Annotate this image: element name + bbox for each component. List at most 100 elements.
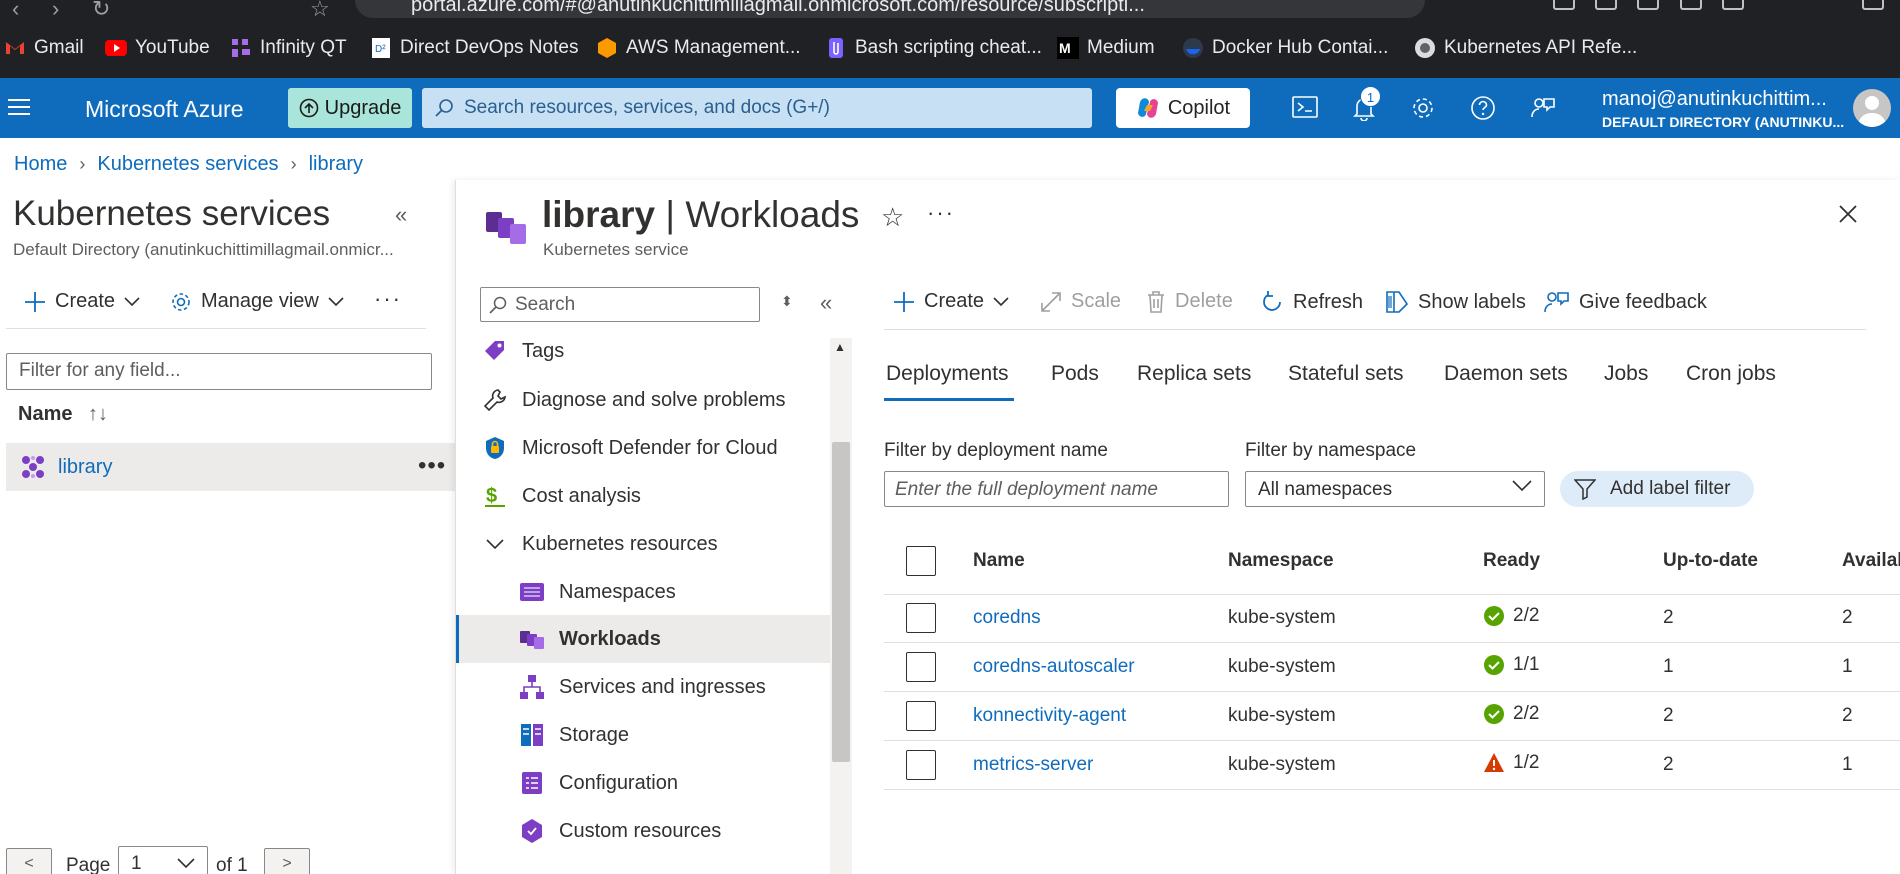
nav-item-workloads[interactable]: Workloads <box>519 615 661 663</box>
chevron-down-icon <box>993 296 1009 307</box>
namespace-select[interactable]: All namespaces <box>1245 471 1545 507</box>
column-header-namespace[interactable]: Namespace <box>1228 550 1334 572</box>
bookmark-youtube[interactable]: YouTube <box>105 35 210 61</box>
nav-item-cost-analysis[interactable]: $ Cost analysis <box>482 472 641 520</box>
bookmark-medium[interactable]: M Medium <box>1057 35 1155 61</box>
bookmark-kubernetes[interactable]: Kubernetes API Refe... <box>1414 35 1637 61</box>
name-column-header[interactable]: Name ↑↓ <box>18 403 108 426</box>
tab-pods[interactable]: Pods <box>1051 362 1099 386</box>
deployment-name-input[interactable]: Enter the full deployment name <box>884 471 1229 507</box>
copilot-button[interactable]: Copilot <box>1116 88 1250 128</box>
bookmark-label: Infinity QT <box>260 37 347 58</box>
bookmark-aws[interactable]: AWS Management... <box>596 35 801 61</box>
nav-item-custom-resources[interactable]: Custom resources <box>519 807 721 855</box>
avatar[interactable] <box>1853 89 1891 127</box>
tab-jobs[interactable]: Jobs <box>1604 362 1648 386</box>
hamburger-menu-icon[interactable] <box>8 98 30 116</box>
extension-icon[interactable] <box>1553 0 1575 10</box>
nav-item-storage[interactable]: Storage <box>519 711 629 759</box>
user-email[interactable]: manoj@anutinkuchittim... <box>1602 88 1827 111</box>
show-labels-button[interactable]: Show labels <box>1385 290 1526 314</box>
nav-item-services[interactable]: Services and ingresses <box>519 663 766 711</box>
column-header-up-to-date[interactable]: Up-to-date <box>1663 550 1758 572</box>
extension-icon[interactable] <box>1722 0 1744 10</box>
breadcrumb-kubernetes-services[interactable]: Kubernetes services <box>97 153 278 176</box>
global-search-box[interactable]: Search resources, services, and docs (G+… <box>422 88 1092 128</box>
window-menu-icon[interactable] <box>1862 0 1884 10</box>
deployment-name-placeholder: Enter the full deployment name <box>895 479 1158 500</box>
user-directory[interactable]: DEFAULT DIRECTORY (ANUTINKU... <box>1602 114 1844 130</box>
filter-field[interactable]: Filter for any field... <box>6 353 432 390</box>
reload-icon[interactable]: ↻ <box>92 0 110 22</box>
bookmark-gmail[interactable]: Gmail <box>4 35 84 61</box>
deployment-link-coredns[interactable]: coredns <box>973 607 1041 629</box>
row-checkbox[interactable] <box>906 603 936 633</box>
favorite-star-icon[interactable]: ☆ <box>881 202 904 233</box>
extension-icon[interactable] <box>1637 0 1659 10</box>
resource-link-library[interactable]: library <box>58 456 112 479</box>
breadcrumb-library[interactable]: library <box>309 153 363 176</box>
collapse-left-panel-icon[interactable]: « <box>395 202 407 228</box>
left-panel-title: Kubernetes services <box>13 194 331 233</box>
tab-cron-jobs[interactable]: Cron jobs <box>1686 362 1776 386</box>
bookmark-docker[interactable]: Docker Hub Contai... <box>1182 35 1388 61</box>
create-button[interactable]: Create <box>24 290 140 313</box>
manage-view-button[interactable]: Manage view <box>170 290 344 313</box>
row-more-icon[interactable]: ••• <box>418 452 446 480</box>
refresh-button[interactable]: Refresh <box>1260 290 1363 314</box>
tab-stateful-sets[interactable]: Stateful sets <box>1288 362 1404 386</box>
breadcrumb-home[interactable]: Home <box>14 153 67 176</box>
bookmark-bash[interactable]: Bash scripting cheat... <box>825 35 1042 61</box>
workload-create-button[interactable]: Create <box>893 290 1009 313</box>
extension-icon[interactable] <box>1680 0 1702 10</box>
bookmark-star-icon[interactable]: ☆ <box>310 0 330 22</box>
upgrade-button[interactable]: Upgrade <box>288 88 412 128</box>
add-label-filter-button[interactable]: Add label filter <box>1560 471 1754 507</box>
list-item[interactable]: library <box>6 443 456 491</box>
column-header-available[interactable]: Availab <box>1842 550 1900 572</box>
forward-icon[interactable]: › <box>52 0 59 22</box>
row-checkbox[interactable] <box>906 750 936 780</box>
nav-item-diagnose[interactable]: Diagnose and solve problems <box>482 376 786 424</box>
help-icon[interactable] <box>1470 95 1496 121</box>
row-checkbox[interactable] <box>906 652 936 682</box>
address-bar[interactable]: portal.azure.com/#@anutinkuchittimillagm… <box>355 0 1425 18</box>
page-select[interactable]: 1 <box>118 846 208 874</box>
nav-scrollbar-thumb[interactable] <box>832 442 850 762</box>
nav-item-namespaces[interactable]: Namespaces <box>519 568 676 616</box>
settings-gear-icon[interactable] <box>1410 95 1436 121</box>
tab-daemon-sets[interactable]: Daemon sets <box>1444 362 1568 386</box>
column-header-ready[interactable]: Ready <box>1483 550 1540 572</box>
collapse-nav-icon[interactable]: « <box>820 290 832 316</box>
bookmark-infinity-qt[interactable]: Infinity QT <box>230 35 347 61</box>
deployment-link-coredns-autoscaler[interactable]: coredns-autoscaler <box>973 656 1135 678</box>
more-commands-icon[interactable]: ··· <box>374 286 402 312</box>
back-icon[interactable]: ‹ <box>12 0 19 22</box>
next-page-button[interactable]: > <box>264 848 310 874</box>
give-feedback-button[interactable]: Give feedback <box>1544 290 1707 314</box>
deployment-link-konnectivity-agent[interactable]: konnectivity-agent <box>973 705 1126 727</box>
close-icon[interactable] <box>1838 204 1858 224</box>
nav-item-kubernetes-resources[interactable]: Kubernetes resources <box>482 520 718 568</box>
delete-button[interactable]: Delete <box>1146 290 1233 313</box>
expand-collapse-icon[interactable]: ⬍ <box>781 293 793 310</box>
column-header-name[interactable]: Name <box>973 550 1025 572</box>
more-options-icon[interactable]: ··· <box>927 200 955 226</box>
tab-replica-sets[interactable]: Replica sets <box>1137 362 1251 386</box>
extension-icon[interactable] <box>1595 0 1617 10</box>
nav-item-configuration[interactable]: Configuration <box>519 759 678 807</box>
feedback-icon[interactable] <box>1530 95 1556 121</box>
nav-item-defender[interactable]: Microsoft Defender for Cloud <box>482 424 778 472</box>
scale-button[interactable]: Scale <box>1040 290 1121 313</box>
deployment-link-metrics-server[interactable]: metrics-server <box>973 754 1093 776</box>
tab-deployments[interactable]: Deployments <box>886 362 1009 386</box>
azure-brand[interactable]: Microsoft Azure <box>85 96 244 123</box>
cloud-shell-icon[interactable] <box>1292 95 1318 119</box>
bookmark-devops-notes[interactable]: D² Direct DevOps Notes <box>370 35 578 61</box>
nav-search-input[interactable]: Search <box>480 287 760 322</box>
scroll-up-icon[interactable]: ▲ <box>834 340 846 354</box>
nav-item-tags[interactable]: Tags <box>482 327 564 375</box>
prev-page-button[interactable]: < <box>6 848 52 874</box>
row-checkbox[interactable] <box>906 701 936 731</box>
select-all-checkbox[interactable] <box>906 546 936 576</box>
